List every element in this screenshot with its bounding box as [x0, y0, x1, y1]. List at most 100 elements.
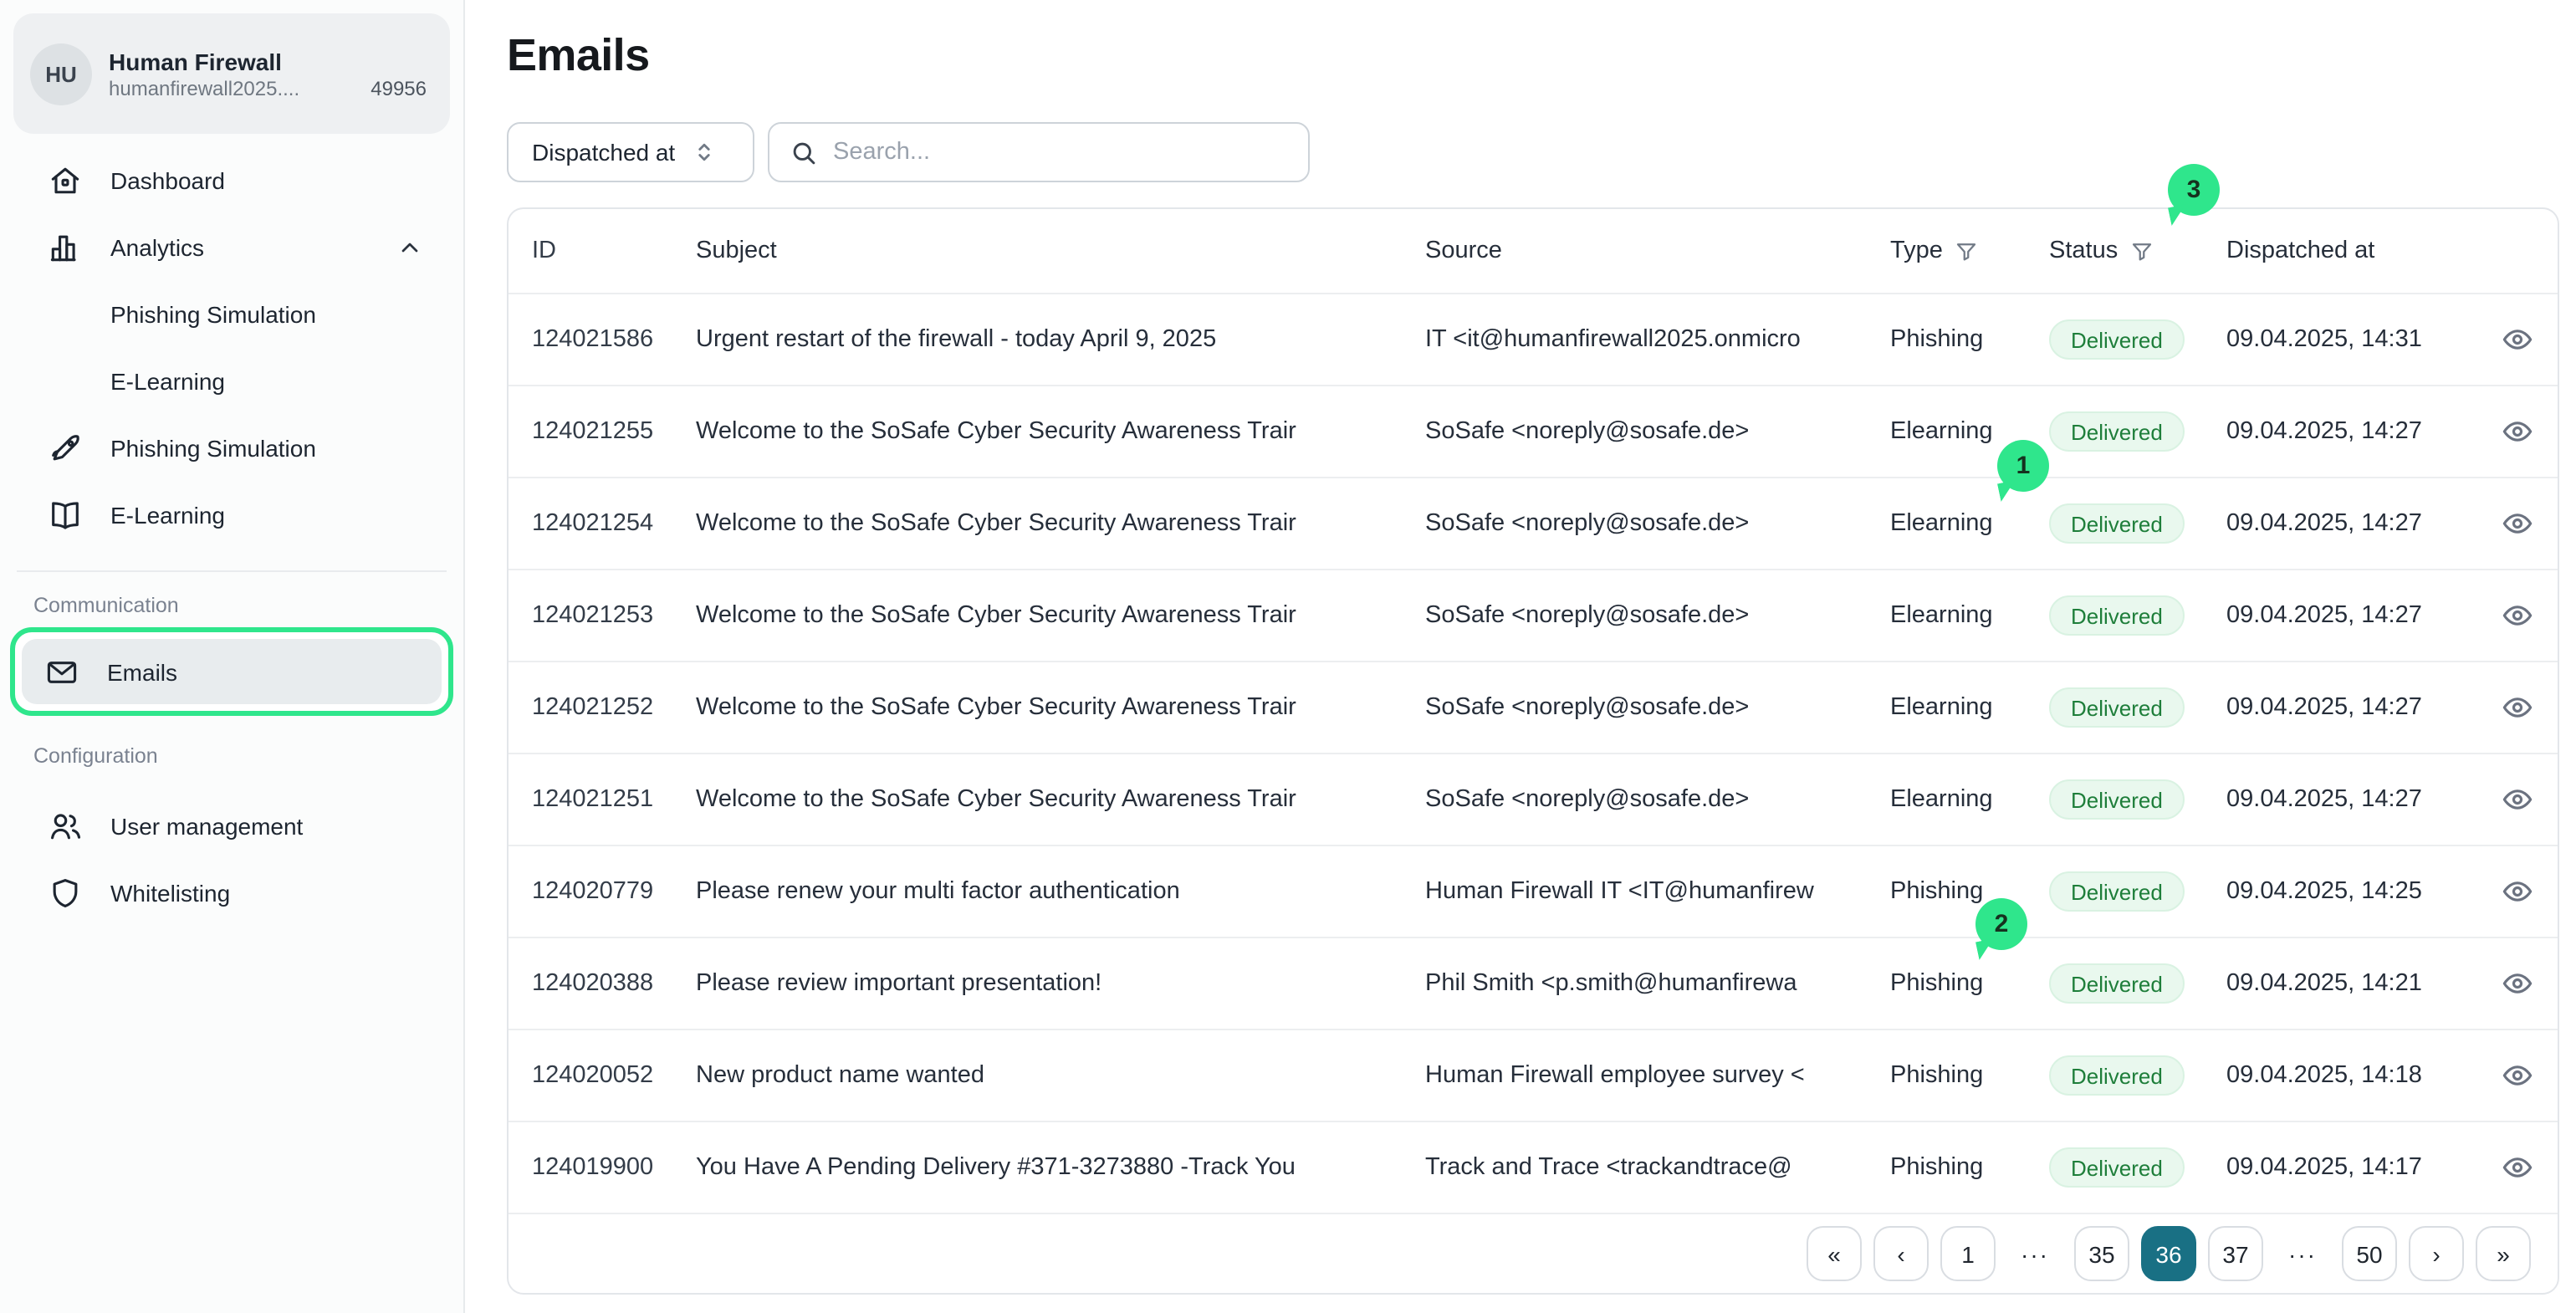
- cell-source: Human Firewall employee survey <: [1425, 1062, 1890, 1089]
- table-row[interactable]: 124021254 Welcome to the SoSafe Cyber Se…: [509, 478, 2558, 570]
- cell-subject: Please renew your multi factor authentic…: [696, 878, 1425, 905]
- pagination-button[interactable]: 50: [2342, 1226, 2397, 1281]
- pagination-button[interactable]: «: [1807, 1226, 1862, 1281]
- eye-icon: [2501, 415, 2534, 448]
- table-row[interactable]: 124021251 Welcome to the SoSafe Cyber Se…: [509, 754, 2558, 846]
- cell-status: Delivered: [2049, 963, 2226, 1004]
- sidebar-item-analytics[interactable]: Analytics: [10, 214, 453, 281]
- cell-status: Delivered: [2049, 503, 2226, 544]
- cell-id: 124021251: [509, 786, 696, 813]
- cell-subject: Please review important presentation!: [696, 970, 1425, 997]
- pagination: « ‹ 1 ··· 35 36 37 ··· 50 ›: [509, 1214, 2558, 1293]
- status-filter-icon[interactable]: [2129, 238, 2154, 263]
- sort-select[interactable]: Dispatched at: [507, 122, 754, 182]
- cell-id: 124021255: [509, 418, 696, 445]
- table-header-row: ID Subject Source Type Status Dispatched…: [509, 209, 2558, 294]
- account-meta: Human Firewall humanfirewall2025.... 499…: [109, 46, 427, 101]
- main-content: Emails Dispatched at ID Subject Source T…: [465, 0, 2576, 1313]
- sidebar-item-phishing-simulation[interactable]: Phishing Simulation: [10, 415, 453, 482]
- sidebar-item-label: Phishing Simulation: [110, 435, 316, 462]
- cell-type: Phishing: [1890, 1062, 2049, 1089]
- view-email-button[interactable]: [2496, 870, 2539, 913]
- view-email-button[interactable]: [2496, 1054, 2539, 1097]
- column-header-subject: Subject: [696, 238, 1425, 264]
- cell-source: SoSafe <noreply@sosafe.de>: [1425, 786, 1890, 813]
- pagination-button[interactable]: 1: [1940, 1226, 1996, 1281]
- view-email-button[interactable]: [2496, 778, 2539, 821]
- column-header-source: Source: [1425, 238, 1890, 264]
- cell-dispatched-at: 09.04.2025, 14:27: [2226, 418, 2477, 445]
- table-row[interactable]: 124020388 Please review important presen…: [509, 938, 2558, 1030]
- bar-chart-icon: [47, 229, 84, 266]
- status-badge: Delivered: [2049, 411, 2185, 452]
- cell-dispatched-at: 09.04.2025, 14:17: [2226, 1154, 2477, 1181]
- view-email-button[interactable]: [2496, 318, 2539, 361]
- rocket-icon: [47, 430, 84, 467]
- cell-source: SoSafe <noreply@sosafe.de>: [1425, 694, 1890, 721]
- cell-id: 124020779: [509, 878, 696, 905]
- cell-status: Delivered: [2049, 687, 2226, 728]
- column-header-dispatched-at: Dispatched at: [2226, 238, 2477, 264]
- column-header-id: ID: [509, 238, 696, 264]
- search-input[interactable]: [833, 139, 1288, 166]
- sidebar-item-whitelisting[interactable]: Whitelisting: [10, 860, 453, 927]
- pagination-button[interactable]: 36: [2141, 1226, 2196, 1281]
- sidebar-item-user-management[interactable]: User management: [10, 793, 453, 860]
- eye-icon: [2501, 1059, 2534, 1092]
- table-row[interactable]: 124020779 Please renew your multi factor…: [509, 846, 2558, 938]
- pagination-button[interactable]: ···: [2007, 1226, 2062, 1281]
- eye-icon: [2501, 1151, 2534, 1184]
- view-email-button[interactable]: [2496, 686, 2539, 729]
- cell-type: Elearning: [1890, 786, 2049, 813]
- cell-dispatched-at: 09.04.2025, 14:27: [2226, 694, 2477, 721]
- cell-source: SoSafe <noreply@sosafe.de>: [1425, 602, 1890, 629]
- pagination-button[interactable]: 37: [2208, 1226, 2263, 1281]
- shield-icon: [47, 875, 84, 912]
- view-email-button[interactable]: [2496, 1146, 2539, 1189]
- sidebar: HU Human Firewall humanfirewall2025.... …: [0, 0, 465, 1313]
- pagination-button[interactable]: ‹: [1873, 1226, 1929, 1281]
- pagination-button[interactable]: 35: [2074, 1226, 2129, 1281]
- sidebar-item-elearning-analytics[interactable]: E-Learning: [10, 348, 453, 415]
- cell-source: Human Firewall IT <IT@humanfirew: [1425, 878, 1890, 905]
- account-card[interactable]: HU Human Firewall humanfirewall2025.... …: [13, 13, 450, 134]
- view-email-button[interactable]: [2496, 594, 2539, 637]
- cell-subject: Welcome to the SoSafe Cyber Security Awa…: [696, 786, 1425, 813]
- cell-source: IT <it@humanfirewall2025.onmicro: [1425, 326, 1890, 353]
- table-row[interactable]: 124021586 Urgent restart of the firewall…: [509, 294, 2558, 386]
- sidebar-item-phishing-simulation-analytics[interactable]: Phishing Simulation: [10, 281, 453, 348]
- status-badge: Delivered: [2049, 779, 2185, 820]
- column-header-type: Type: [1890, 238, 2049, 264]
- cell-dispatched-at: 09.04.2025, 14:18: [2226, 1062, 2477, 1089]
- cell-id: 124020052: [509, 1062, 696, 1089]
- table-row[interactable]: 124019900 You Have A Pending Delivery #3…: [509, 1122, 2558, 1214]
- pagination-button[interactable]: »: [2476, 1226, 2531, 1281]
- table-row[interactable]: 124021252 Welcome to the SoSafe Cyber Se…: [509, 662, 2558, 754]
- chevron-up-icon[interactable]: [396, 234, 423, 261]
- cell-status: Delivered: [2049, 319, 2226, 360]
- view-email-button[interactable]: [2496, 410, 2539, 453]
- status-badge: Delivered: [2049, 1147, 2185, 1188]
- sort-chevrons-icon: [692, 140, 715, 164]
- sidebar-item-label: Emails: [107, 658, 177, 685]
- status-badge: Delivered: [2049, 687, 2185, 728]
- pagination-button[interactable]: ›: [2409, 1226, 2464, 1281]
- sidebar-item-elearning[interactable]: E-Learning: [10, 482, 453, 549]
- emails-highlight-ring: Emails: [10, 627, 453, 716]
- type-filter-icon[interactable]: [1955, 238, 1980, 263]
- view-email-button[interactable]: [2496, 962, 2539, 1005]
- table-row[interactable]: 124020052 New product name wanted Human …: [509, 1030, 2558, 1122]
- cell-subject: You Have A Pending Delivery #371-3273880…: [696, 1154, 1425, 1181]
- sidebar-item-label: Phishing Simulation: [110, 301, 316, 328]
- cell-dispatched-at: 09.04.2025, 14:27: [2226, 602, 2477, 629]
- cell-subject: Welcome to the SoSafe Cyber Security Awa…: [696, 510, 1425, 537]
- pagination-button[interactable]: ···: [2275, 1226, 2330, 1281]
- eye-icon: [2501, 967, 2534, 1000]
- cell-id: 124021253: [509, 602, 696, 629]
- sidebar-item-dashboard[interactable]: Dashboard: [10, 147, 453, 214]
- view-email-button[interactable]: [2496, 502, 2539, 545]
- sidebar-item-emails[interactable]: Emails: [22, 639, 442, 704]
- table-row[interactable]: 124021253 Welcome to the SoSafe Cyber Se…: [509, 570, 2558, 662]
- table-row[interactable]: 124021255 Welcome to the SoSafe Cyber Se…: [509, 386, 2558, 478]
- cell-type: Phishing: [1890, 326, 2049, 353]
